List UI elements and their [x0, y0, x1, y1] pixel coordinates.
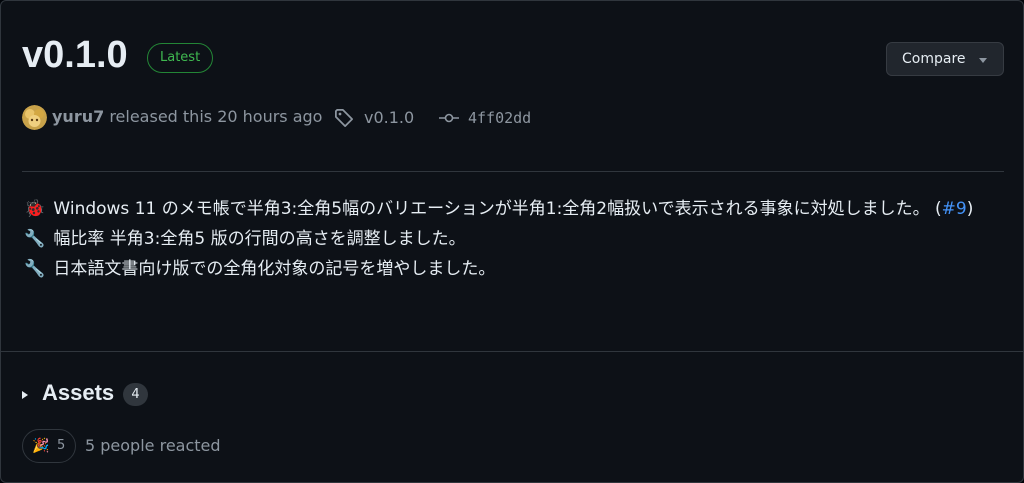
note-line: 🔧 幅比率 半角3:全角5 版の行間の高さを調整しました。 — [22, 224, 1007, 254]
issue-link[interactable]: #9 — [942, 199, 967, 219]
reaction-count: 5 — [57, 438, 66, 453]
ladybug-icon: 🐞 — [24, 199, 46, 219]
compare-button[interactable]: Compare — [886, 42, 1004, 76]
note-text: 日本語文書向け版での全角化対象の記号を増やしました。 — [53, 259, 496, 279]
reaction-button[interactable]: 🎉 5 — [22, 429, 76, 463]
divider — [22, 171, 1004, 172]
divider — [1, 351, 1023, 352]
commit-icon — [439, 113, 459, 123]
wrench-icon: 🔧 — [24, 259, 46, 279]
release-card: v0.1.0 Latest Compare yuru7 released thi… — [0, 0, 1024, 483]
wrench-icon: 🔧 — [24, 229, 46, 249]
release-title[interactable]: v0.1.0 — [22, 33, 128, 77]
commit-link[interactable]: 4ff02dd — [468, 107, 531, 129]
note-line: 🐞 Windows 11 のメモ帳で半角3:全角5幅のバリエーションが半角1:全… — [22, 194, 1007, 224]
release-author-line: yuru7 released this 20 hours ago — [52, 106, 322, 128]
release-meta: yuru7 released this 20 hours ago v0.1.0 … — [22, 105, 1004, 131]
caret-down-icon — [979, 58, 987, 63]
tag-link[interactable]: v0.1.0 — [364, 107, 414, 129]
tag-icon — [335, 109, 353, 127]
released-time-text: released this 20 hours ago — [104, 107, 323, 126]
release-notes: 🐞 Windows 11 のメモ帳で半角3:全角5幅のバリエーションが半角1:全… — [22, 194, 1007, 284]
note-text: 幅比率 半角3:全角5 版の行間の高さを調整しました。 — [53, 229, 466, 249]
note-text: Windows 11 のメモ帳で半角3:全角5幅のバリエーションが半角1:全角2… — [53, 199, 942, 219]
assets-count-badge: 4 — [123, 383, 148, 406]
party-popper-icon: 🎉 — [32, 438, 50, 454]
avatar[interactable] — [22, 105, 47, 130]
triangle-right-icon — [22, 391, 28, 399]
latest-badge: Latest — [147, 43, 214, 73]
reaction-summary: 5 people reacted — [85, 436, 221, 455]
release-header: v0.1.0 Latest Compare — [22, 33, 1004, 81]
assets-heading: Assets — [42, 380, 115, 405]
note-text-close: ) — [966, 199, 974, 219]
author-link[interactable]: yuru7 — [52, 107, 104, 126]
compare-button-label: Compare — [902, 51, 966, 67]
note-line: 🔧 日本語文書向け版での全角化対象の記号を増やしました。 — [22, 254, 1007, 284]
